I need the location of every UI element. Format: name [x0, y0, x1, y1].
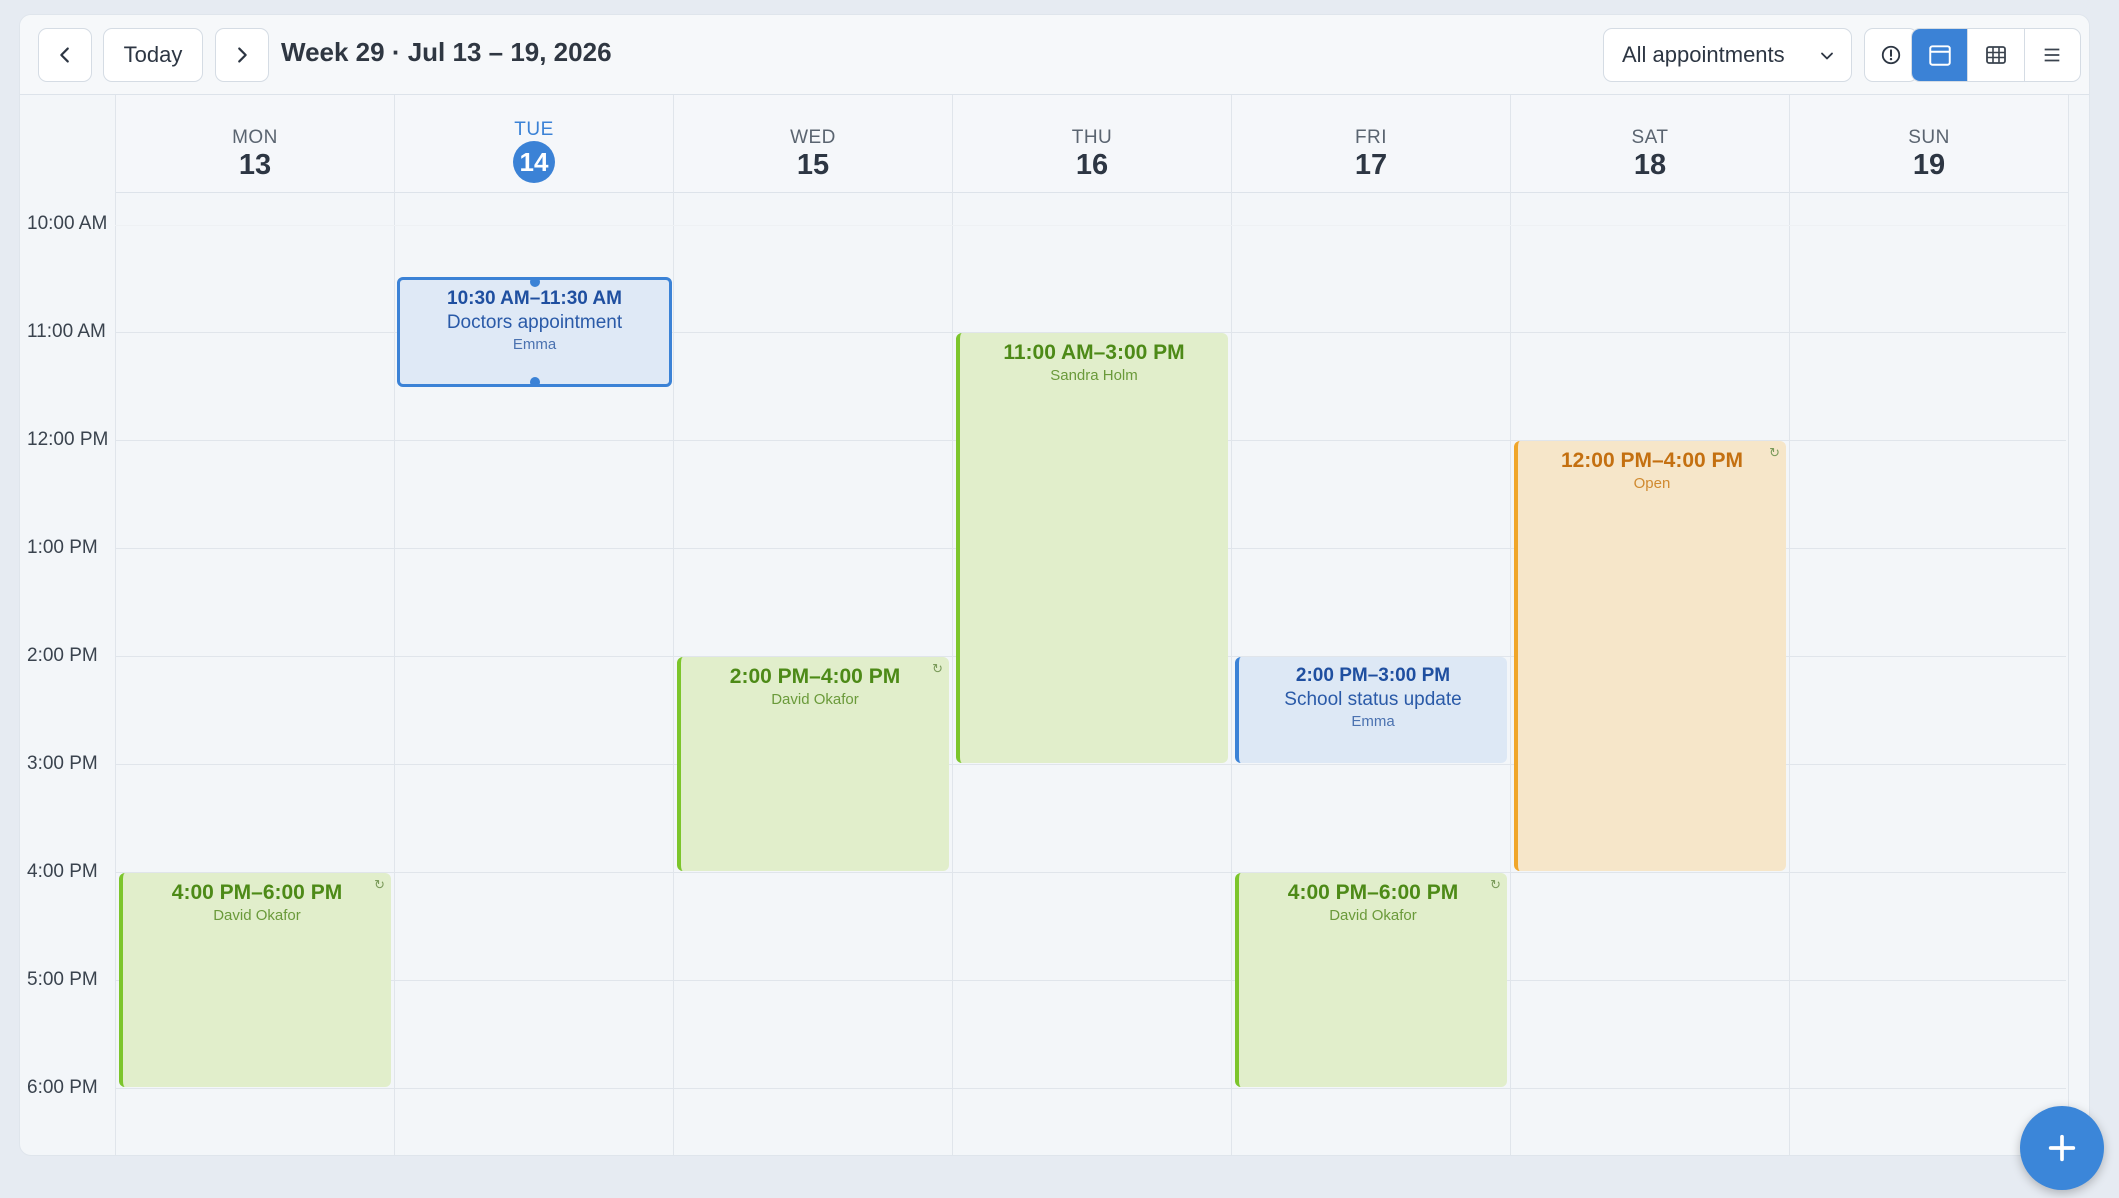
event-time: 11:00 AM–3:00 PM [1003, 341, 1185, 364]
time-label: 1:00 PM [27, 537, 98, 558]
day-header-thu[interactable]: THU 16 [953, 95, 1231, 193]
table-view-button[interactable] [1968, 29, 2025, 81]
event-open[interactable]: ↻ 12:00 PM–4:00 PM Open [1514, 441, 1786, 871]
grid-line [673, 95, 674, 1155]
day-header-sat[interactable]: SAT 18 [1511, 95, 1789, 193]
add-appointment-button[interactable] [2020, 1106, 2104, 1190]
week-title: Week 29 · Jul 13 – 19, 2026 [281, 37, 612, 67]
recurring-icon: ↻ [1769, 445, 1780, 460]
day-header-sun[interactable]: SUN 19 [1790, 95, 2068, 193]
day-number: 19 [1912, 149, 1946, 181]
event-person: David Okafor [771, 691, 859, 708]
prev-week-button[interactable] [38, 28, 92, 82]
time-label: 5:00 PM [27, 969, 98, 990]
event-person: David Okafor [1329, 907, 1417, 924]
grid-line [115, 1088, 2066, 1089]
day-of-week: THU [1071, 127, 1113, 148]
event-time: 2:00 PM–3:00 PM [1295, 665, 1451, 686]
calendar-panel: Today Week 29 · Jul 13 – 19, 2026 All ap… [19, 14, 2090, 1156]
grid-line [115, 980, 2066, 981]
event-person: Emma [512, 336, 557, 353]
grid-line [1789, 95, 1790, 1155]
day-header-wed[interactable]: WED 15 [674, 95, 952, 193]
info-button[interactable] [1864, 28, 1918, 82]
day-number: 17 [1354, 149, 1388, 181]
event-time: 2:00 PM–4:00 PM [729, 665, 901, 688]
event-title: School status update [1284, 689, 1462, 710]
grid-line [115, 95, 116, 1155]
event-time: 12:00 PM–4:00 PM [1560, 449, 1744, 472]
event-sandra-holm[interactable]: 11:00 AM–3:00 PM Sandra Holm [956, 333, 1228, 763]
grid-line [952, 95, 953, 1155]
grid-line [115, 225, 2066, 226]
event-time: 4:00 PM–6:00 PM [1287, 881, 1459, 904]
calendar-view-button[interactable] [1912, 29, 1969, 81]
info-icon [1881, 45, 1901, 65]
event-david-okafor[interactable]: ↻ 4:00 PM–6:00 PM David Okafor [119, 873, 391, 1087]
plus-icon [2048, 1134, 2076, 1162]
event-david-okafor[interactable]: ↻ 2:00 PM–4:00 PM David Okafor [677, 657, 949, 871]
event-person: Open [1633, 475, 1671, 492]
chevron-right-icon [238, 47, 247, 63]
event-title: Doctors appointment [446, 312, 623, 333]
next-week-button[interactable] [215, 28, 269, 82]
chevron-left-icon [60, 47, 69, 63]
time-label: 2:00 PM [27, 645, 98, 666]
day-of-week: SAT [1631, 127, 1669, 148]
list-view-icon [2044, 48, 2060, 62]
view-switcher [1911, 28, 2081, 82]
today-button[interactable]: Today [103, 28, 203, 82]
day-of-week: TUE [514, 119, 554, 140]
event-doctors-appointment[interactable]: 10:30 AM–11:30 AM Doctors appointment Em… [397, 277, 672, 387]
event-person: Sandra Holm [1050, 367, 1138, 384]
day-number: 18 [1633, 149, 1667, 181]
day-number: 13 [238, 149, 272, 181]
grid-line [394, 95, 395, 1155]
event-david-okafor[interactable]: ↻ 4:00 PM–6:00 PM David Okafor [1235, 873, 1507, 1087]
time-label: 11:00 AM [27, 321, 106, 342]
day-header-mon[interactable]: MON 13 [116, 95, 394, 193]
recurring-icon: ↻ [374, 877, 385, 892]
time-label: 4:00 PM [27, 861, 98, 882]
recurring-icon: ↻ [1490, 877, 1501, 892]
day-of-week: WED [790, 127, 836, 148]
grid-line [2068, 95, 2069, 1155]
time-label: 12:00 PM [27, 429, 109, 450]
day-number: 15 [796, 149, 830, 181]
day-of-week: FRI [1354, 127, 1388, 148]
day-number: 16 [1075, 149, 1109, 181]
resize-handle-bottom[interactable] [529, 377, 540, 384]
grid-line [1510, 95, 1511, 1155]
grid-line [115, 872, 2066, 873]
day-header-tue[interactable]: TUE 14 [395, 95, 673, 193]
event-school-status-update[interactable]: 2:00 PM–3:00 PM School status update Emm… [1235, 657, 1507, 763]
event-person: David Okafor [213, 907, 301, 924]
event-time: 4:00 PM–6:00 PM [171, 881, 343, 904]
today-day-number: 14 [513, 141, 555, 183]
recurring-icon: ↻ [932, 661, 943, 676]
time-label: 10:00 AM [27, 213, 108, 234]
grid-line [1231, 95, 1232, 1155]
chevron-down-icon [1821, 52, 1833, 60]
day-of-week: MON [232, 127, 278, 148]
event-person: Emma [1351, 713, 1395, 730]
day-of-week: SUN [1908, 127, 1950, 148]
list-view-button[interactable] [2025, 29, 2080, 81]
time-label: 3:00 PM [27, 753, 98, 774]
appointment-filter-select[interactable]: All appointments [1603, 28, 1852, 82]
calendar-view-icon [1928, 45, 1951, 66]
table-view-icon [1986, 46, 2006, 64]
event-time: 10:30 AM–11:30 AM [447, 288, 622, 309]
filter-value: All appointments [1622, 42, 1785, 67]
day-header-fri[interactable]: FRI 17 [1232, 95, 1510, 193]
toolbar: Today Week 29 · Jul 13 – 19, 2026 All ap… [20, 15, 2089, 95]
time-label: 6:00 PM [27, 1077, 98, 1098]
resize-handle-top[interactable] [529, 280, 540, 287]
